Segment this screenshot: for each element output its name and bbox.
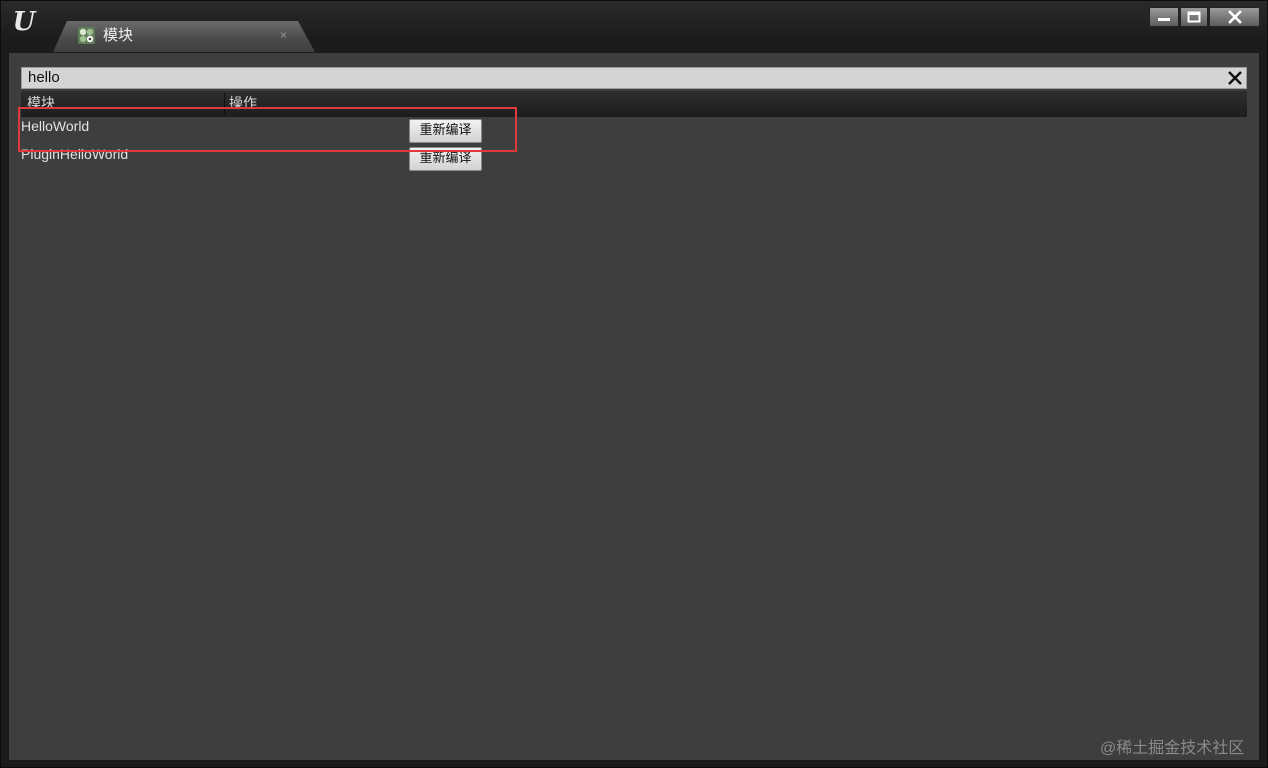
modules-icon bbox=[78, 27, 95, 44]
window-controls bbox=[1149, 7, 1260, 27]
watermark: @稀土掘金技术社区 bbox=[1100, 740, 1245, 757]
column-divider[interactable] bbox=[224, 93, 225, 115]
search-input[interactable] bbox=[28, 68, 1218, 88]
modules-panel bbox=[9, 53, 1259, 760]
clear-icon[interactable] bbox=[1226, 69, 1244, 87]
module-name: PluginHelloWorld bbox=[21, 146, 129, 162]
maximize-icon bbox=[1187, 11, 1201, 23]
close-window-button[interactable] bbox=[1209, 7, 1260, 27]
close-icon bbox=[1227, 10, 1242, 24]
search-box bbox=[21, 67, 1247, 89]
column-header-module[interactable]: 模块 bbox=[27, 94, 55, 112]
column-header-actions[interactable]: 操作 bbox=[229, 94, 257, 112]
tab-modules-label: 模块 bbox=[103, 27, 134, 44]
table-header: 模块 操作 bbox=[21, 91, 1247, 117]
recompile-button[interactable]: 重新编译 bbox=[409, 119, 482, 143]
minimize-icon bbox=[1158, 18, 1170, 21]
minimize-button[interactable] bbox=[1149, 7, 1179, 27]
module-name: HelloWorld bbox=[21, 118, 90, 134]
tab-close-button[interactable]: × bbox=[280, 28, 287, 42]
unreal-logo-icon: U bbox=[12, 7, 36, 37]
recompile-button[interactable]: 重新编译 bbox=[409, 147, 482, 171]
maximize-button[interactable] bbox=[1180, 7, 1208, 27]
